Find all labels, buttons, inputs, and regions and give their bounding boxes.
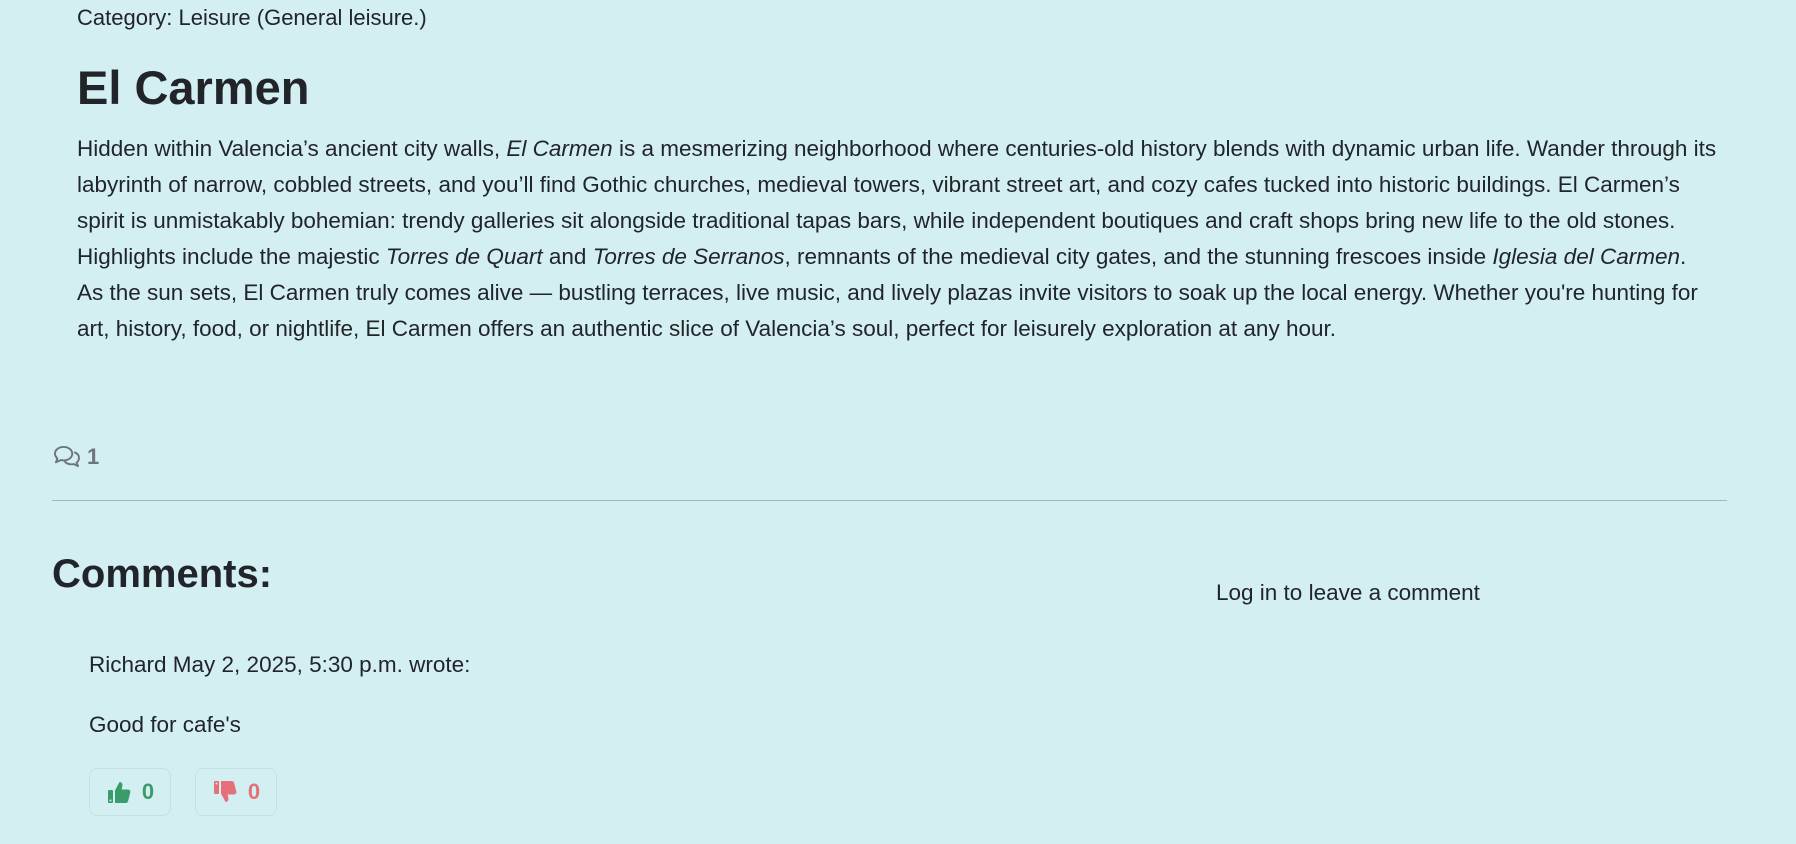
dislike-button[interactable]: 0	[195, 768, 277, 816]
post-body: Hidden within Valencia’s ancient city wa…	[77, 131, 1717, 347]
post-body-emphasis: Torres de Serranos	[592, 244, 785, 269]
comment-meta: Richard May 2, 2025, 5:30 p.m. wrote:	[89, 652, 471, 677]
comment-item: Richard May 2, 2025, 5:30 p.m. wrote: Go…	[89, 650, 889, 816]
post-body-text: , remnants of the medieval city gates, a…	[784, 244, 1493, 269]
post-body-text: Hidden within Valencia’s ancient city wa…	[77, 136, 507, 161]
comment-text: Good for cafe's	[89, 712, 241, 737]
post-body-text: and	[542, 244, 593, 269]
login-to-comment-link[interactable]: Log in to leave a comment	[1216, 578, 1480, 608]
dislike-count: 0	[247, 779, 261, 804]
divider	[52, 500, 1727, 501]
comment-votes: 0 0	[89, 768, 301, 816]
like-button[interactable]: 0	[89, 768, 171, 816]
thumbs-down-icon	[213, 781, 237, 802]
comment-count-value: 1	[87, 444, 100, 469]
post-body-emphasis: El Carmen	[506, 136, 613, 161]
post-body-emphasis: Iglesia del Carmen	[1492, 244, 1680, 269]
thumbs-up-icon	[107, 782, 131, 803]
comments-heading: Comments:	[52, 552, 273, 596]
post-category: Category: Leisure (General leisure.)	[77, 5, 427, 30]
comments-icon	[54, 445, 80, 467]
comment-count: 1	[52, 444, 99, 470]
like-count: 0	[141, 779, 155, 804]
post-body-emphasis: Torres de Quart	[385, 244, 543, 269]
post-title: El Carmen	[77, 61, 310, 114]
